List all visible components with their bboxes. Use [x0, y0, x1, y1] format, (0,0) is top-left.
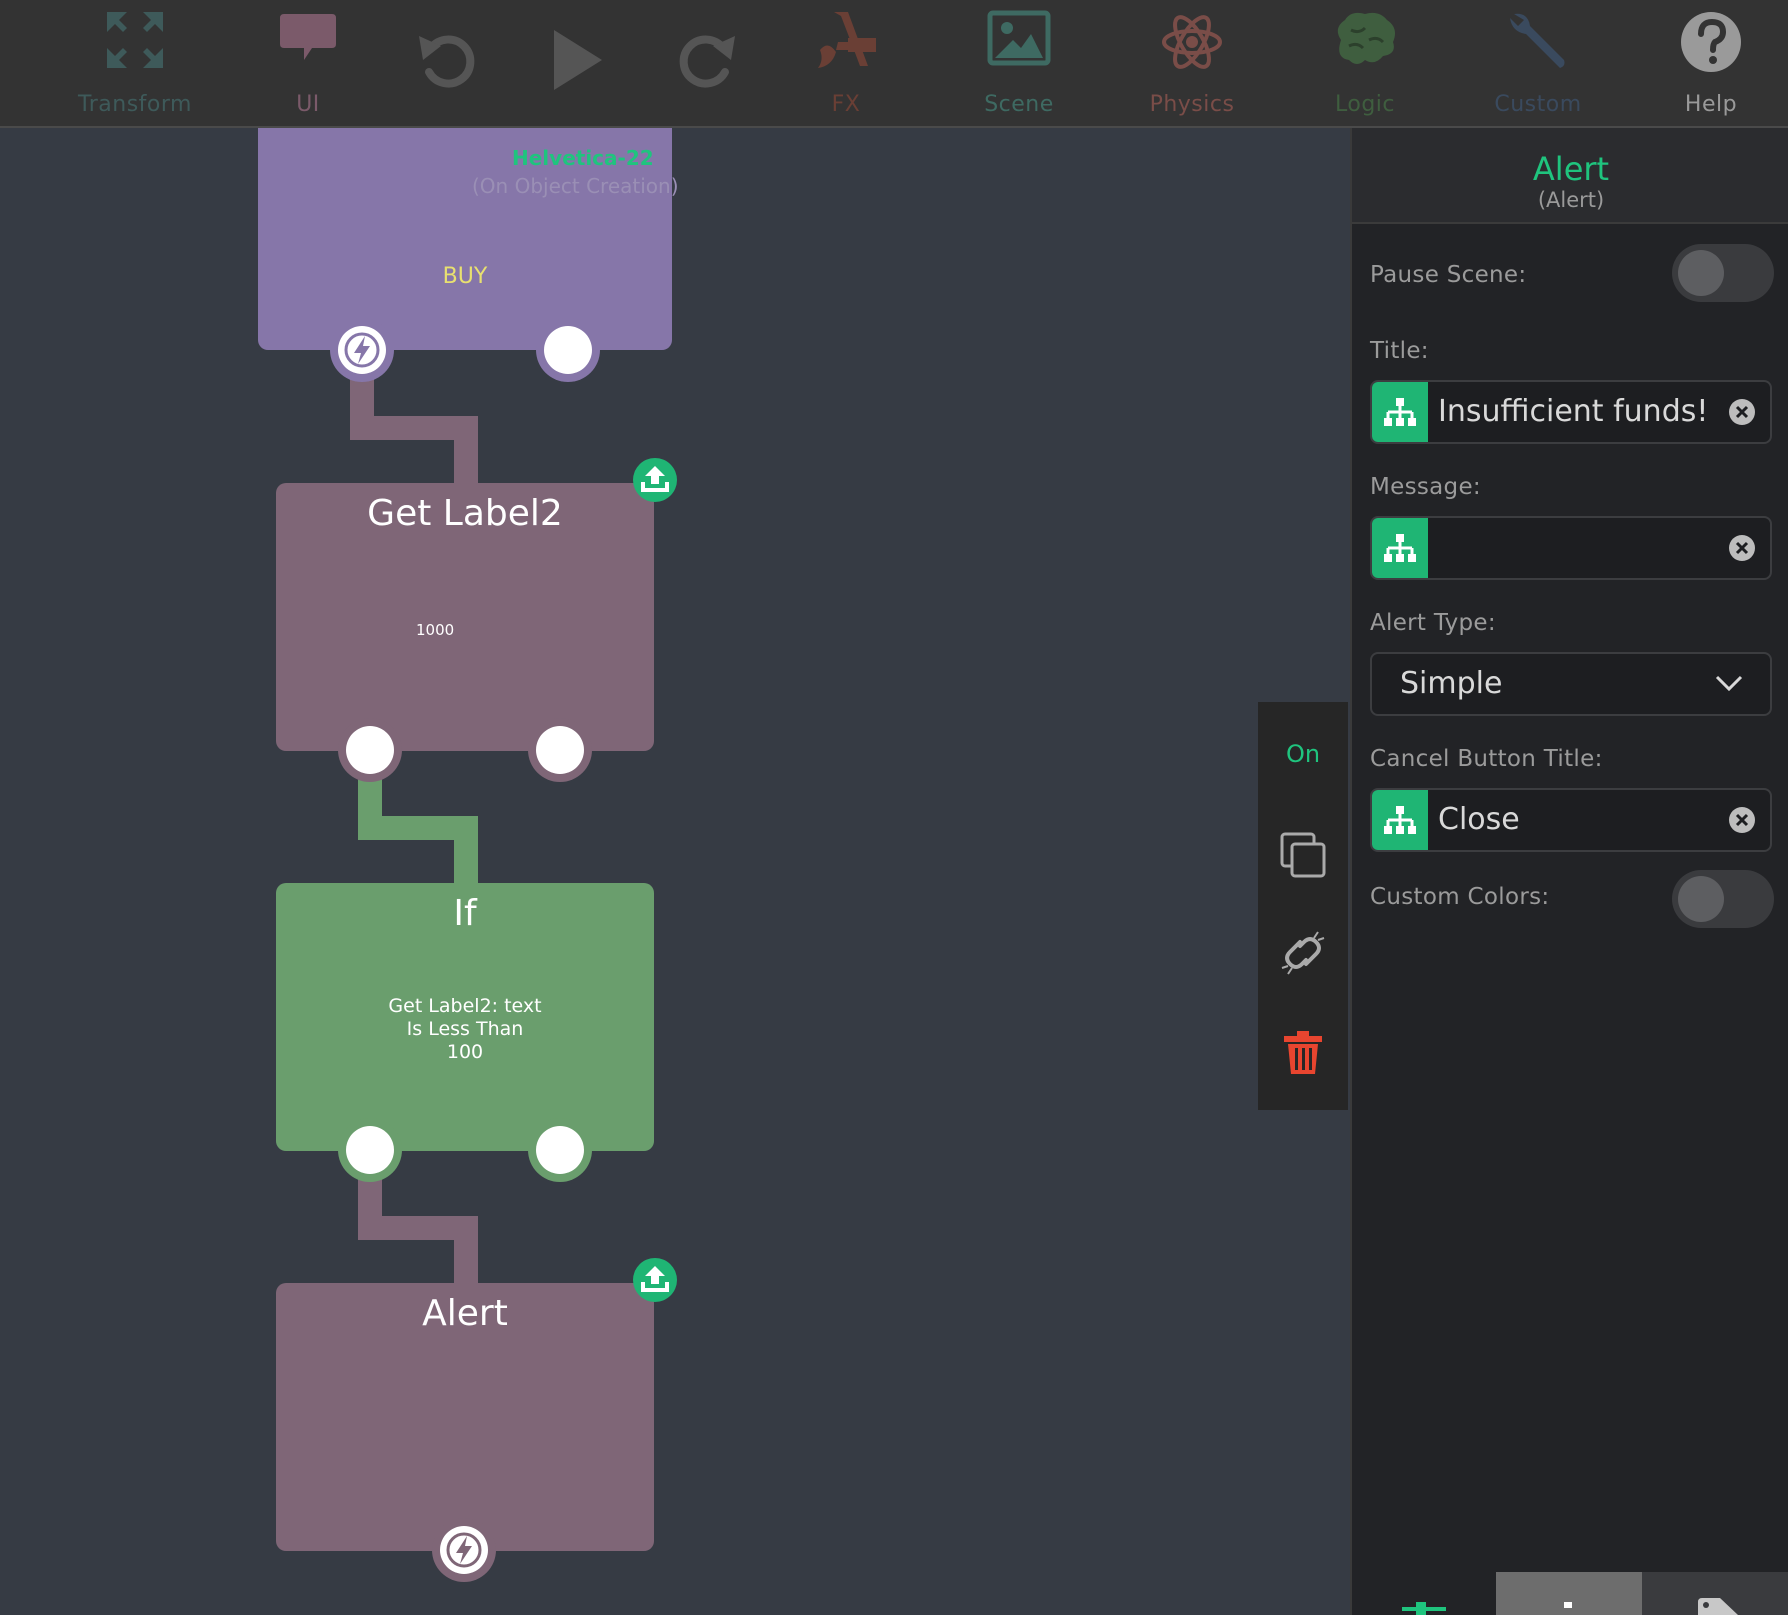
hierarchy-icon [1384, 534, 1416, 562]
slider-icon [1402, 1602, 1446, 1615]
cancel-title-input[interactable]: Close [1438, 802, 1520, 837]
toolbar-transform[interactable]: Transform [60, 0, 210, 126]
label-node-font: Helvetica-22 [512, 146, 654, 170]
inspector-panel: Alert (Alert) Pause Scene: Title: Insuff… [1350, 128, 1788, 1615]
image-icon [987, 10, 1051, 66]
question-icon [1681, 12, 1741, 72]
panel-header: Alert (Alert) [1352, 128, 1788, 224]
toolbar-label: Help [1684, 92, 1738, 117]
tab-tags[interactable] [1642, 1572, 1788, 1615]
alert-type-value: Simple [1400, 666, 1503, 701]
toolbar-help[interactable]: Help [1636, 0, 1786, 126]
play-icon[interactable] [550, 28, 606, 92]
custom-colors-toggle[interactable] [1672, 870, 1774, 928]
pause-scene-label: Pause Scene: [1370, 262, 1527, 288]
message-label: Message: [1370, 474, 1481, 500]
tag-icon [1698, 1598, 1738, 1615]
toolbar-label: Physics [1149, 92, 1235, 117]
toolbar-ui[interactable]: UI [233, 0, 383, 126]
event-port[interactable] [338, 326, 386, 374]
top-toolbar: Transform UI FX Scene Physics Logic Cust… [0, 0, 1788, 128]
false-port[interactable] [536, 726, 584, 774]
label-node-trigger: (On Object Creation) [472, 174, 679, 198]
attribute-picker-button[interactable] [1372, 518, 1428, 578]
cancel-title-label: Cancel Button Title: [1370, 746, 1603, 772]
trash-icon[interactable] [1282, 1030, 1324, 1076]
panel-subtitle: (Alert) [1537, 188, 1605, 212]
attribute-picker-button[interactable] [1372, 790, 1428, 850]
logic-canvas[interactable]: BUY Helvetica-22 (On Object Creation) Ge… [0, 128, 1350, 1615]
toolbar-label: Transform [78, 92, 192, 117]
redo-icon[interactable] [675, 28, 739, 92]
output-port[interactable] [544, 326, 592, 374]
tab-attributes[interactable] [1352, 1572, 1496, 1615]
title-input[interactable]: Insufficient funds! [1438, 394, 1708, 429]
true-port[interactable] [346, 726, 394, 774]
clear-icon[interactable] [1728, 534, 1756, 562]
fx-brush-icon [818, 12, 876, 68]
pause-scene-toggle[interactable] [1672, 244, 1774, 302]
toolbar-label: Scene [984, 92, 1054, 117]
cancel-title-field[interactable]: Close [1370, 788, 1772, 852]
alert-node[interactable]: Alert [276, 1283, 654, 1551]
node-action-bar: On [1258, 702, 1348, 1110]
upload-icon [641, 1266, 669, 1292]
custom-colors-label: Custom Colors: [1370, 884, 1550, 910]
if-node[interactable]: If Get Label2: text Is Less Than 100 [276, 883, 654, 1151]
brain-icon [1337, 12, 1395, 64]
panel-title: Alert [1532, 150, 1610, 188]
title-label: Title: [1370, 338, 1429, 364]
if-line: 100 [446, 1041, 484, 1063]
if-line: Get Label2: text [388, 995, 542, 1017]
duplicate-icon[interactable] [1278, 830, 1328, 880]
alert-type-select[interactable]: Simple [1370, 652, 1772, 716]
toolbar-label: Logic [1334, 92, 1395, 117]
message-field[interactable] [1370, 516, 1772, 580]
attribute-picker-button[interactable] [1372, 382, 1428, 442]
toolbar-scene[interactable]: Scene [944, 0, 1094, 126]
hierarchy-icon [1384, 398, 1416, 426]
hierarchy-icon [1384, 806, 1416, 834]
false-port[interactable] [536, 1126, 584, 1174]
on-toggle[interactable]: On [1258, 740, 1348, 768]
speech-bubble-icon [280, 14, 336, 60]
event-port[interactable] [440, 1526, 488, 1574]
chevron-down-icon [1715, 675, 1743, 692]
toolbar-label: UI [296, 92, 320, 117]
if-condition: Get Label2: text Is Less Than 100 [276, 995, 654, 1064]
expand-arrows-icon [107, 12, 163, 68]
export-badge[interactable] [633, 1258, 677, 1302]
undo-icon[interactable] [415, 28, 479, 92]
info-icon [1564, 1602, 1572, 1608]
alert-type-label: Alert Type: [1370, 610, 1496, 636]
upload-icon [641, 466, 669, 492]
tab-info[interactable] [1496, 1572, 1642, 1615]
toolbar-fx[interactable]: FX [771, 0, 921, 126]
node-title: If [453, 893, 477, 934]
clear-icon[interactable] [1728, 806, 1756, 834]
if-line: Is Less Than [406, 1018, 524, 1040]
label-node-text: BUY [442, 264, 488, 289]
export-badge[interactable] [633, 458, 677, 502]
toggle-knob [1678, 250, 1724, 296]
get-label-node[interactable]: Get Label2 1000 [276, 483, 654, 751]
node-title: Alert [422, 1293, 508, 1334]
clear-icon[interactable] [1728, 398, 1756, 426]
unlink-icon[interactable] [1278, 928, 1328, 978]
wrench-icon [1510, 13, 1565, 68]
toolbar-physics[interactable]: Physics [1117, 0, 1267, 126]
toolbar-logic[interactable]: Logic [1290, 0, 1440, 126]
toggle-knob [1678, 876, 1724, 922]
atom-icon [1162, 15, 1222, 69]
toolbar-custom[interactable]: Custom [1463, 0, 1613, 126]
toolbar-label: FX [831, 92, 861, 117]
lightning-icon [344, 332, 380, 368]
toolbar-label: Custom [1494, 92, 1582, 117]
node-value: 1000 [416, 621, 455, 639]
panel-bottom-tabs [1352, 1572, 1788, 1615]
lightning-icon [446, 1532, 482, 1568]
true-port[interactable] [346, 1126, 394, 1174]
node-title: Get Label2 [367, 493, 563, 534]
title-field[interactable]: Insufficient funds! [1370, 380, 1772, 444]
